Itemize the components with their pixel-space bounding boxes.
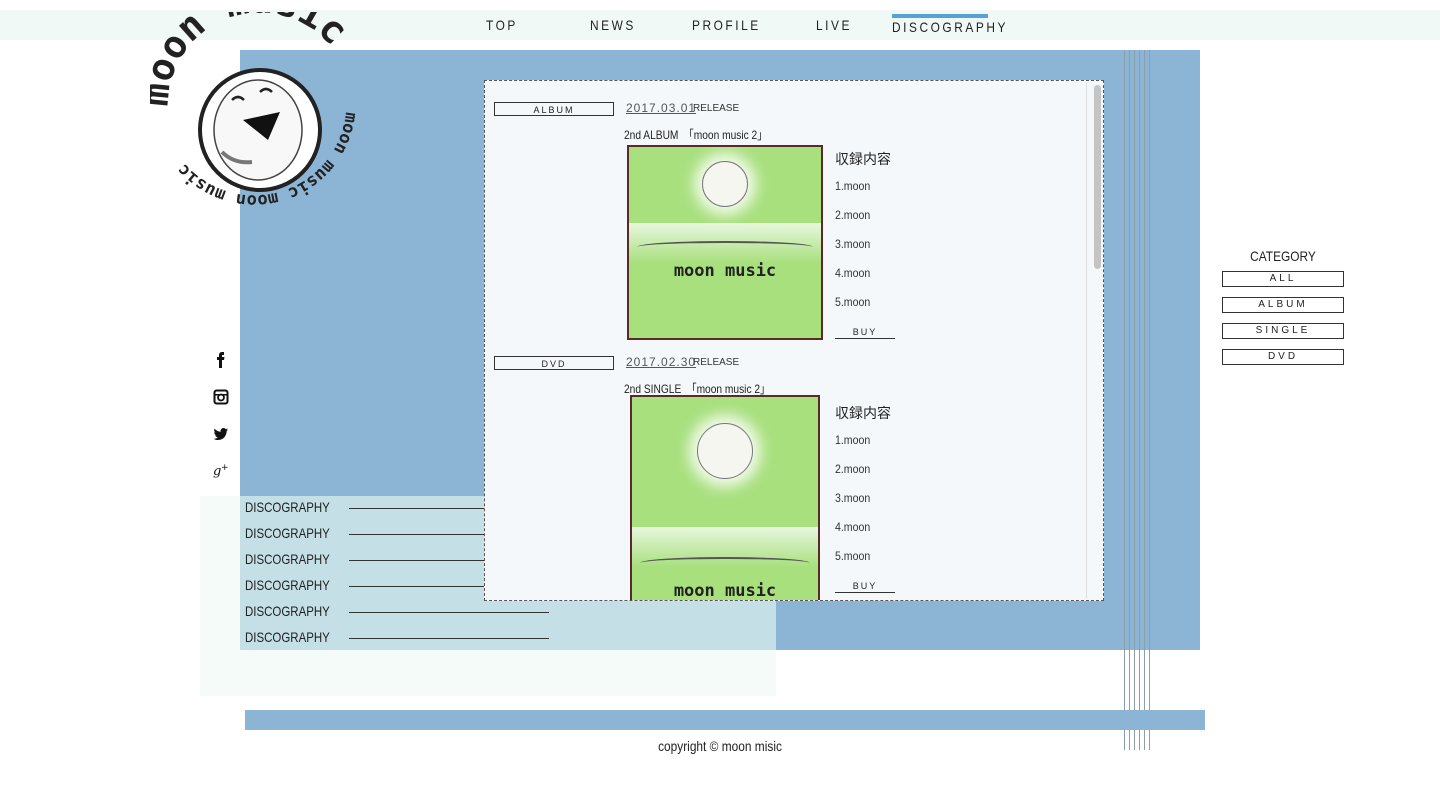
cover-title: moon music — [673, 581, 777, 601]
nav-active-indicator — [892, 14, 988, 18]
twitter-icon[interactable] — [210, 423, 232, 445]
track-item: 3.moon — [835, 491, 871, 505]
category-album-button[interactable]: ALBUM — [1222, 297, 1344, 313]
track-item: 1.moon — [835, 433, 871, 447]
submenu-item-discography[interactable]: DISCOGRAPHY — [245, 551, 330, 567]
nav-profile[interactable]: PROFILE — [692, 17, 761, 33]
category-heading: CATEGORY — [1250, 248, 1316, 264]
submenu-item-discography[interactable]: DISCOGRAPHY — [245, 603, 330, 619]
hills-illustration — [640, 557, 810, 569]
track-item: 3.moon — [835, 237, 871, 251]
hills-illustration — [637, 241, 813, 253]
submenu-item-discography[interactable]: DISCOGRAPHY — [245, 629, 330, 645]
submenu-item-discography[interactable]: DISCOGRAPHY — [245, 577, 330, 593]
moon-illustration — [702, 161, 748, 207]
submenu-divider — [349, 612, 549, 613]
track-item: 5.moon — [835, 295, 871, 309]
release-label: RELEASE — [693, 103, 740, 114]
scrollbar-thumb[interactable] — [1094, 85, 1101, 269]
track-item: 2.moon — [835, 462, 871, 476]
cover-title: moon music — [673, 261, 777, 281]
copyright-text: copyright © moon misic — [658, 738, 782, 754]
facebook-icon[interactable] — [210, 349, 232, 371]
single-cover[interactable]: moon music — [630, 395, 820, 601]
google-plus-icon[interactable]: g + — [210, 459, 232, 481]
submenu-divider — [349, 638, 549, 639]
nav-discography[interactable]: DISCOGRAPHY — [892, 19, 1008, 35]
release-category-tag: ALBUM — [494, 102, 614, 116]
track-item: 2.moon — [835, 208, 871, 222]
buy-button[interactable]: BUY — [835, 581, 895, 593]
album-cover[interactable]: moon music — [627, 145, 823, 340]
release-date[interactable]: 2017.03.01 — [626, 101, 696, 115]
release-category-tag: DVD — [494, 356, 614, 370]
nav-live[interactable]: LIVE — [816, 17, 852, 33]
decorative-lines — [1124, 50, 1152, 750]
category-dvd-button[interactable]: DVD — [1222, 349, 1344, 365]
footer-bar — [245, 710, 1205, 730]
moon-illustration — [697, 423, 753, 479]
discography-list[interactable]: ALBUM 2017.03.01 RELEASE 2nd ALBUM 「moon… — [484, 80, 1104, 601]
svg-text:+: + — [221, 463, 229, 473]
release-title: 2nd ALBUM 「moon music 2」 — [624, 128, 768, 142]
tracklist-heading: 収録内容 — [835, 151, 891, 167]
release-label: RELEASE — [693, 357, 740, 368]
instagram-icon[interactable] — [210, 386, 232, 408]
category-single-button[interactable]: SINGLE — [1222, 323, 1344, 339]
track-item: 4.moon — [835, 520, 871, 534]
release-date[interactable]: 2017.02.30 — [626, 355, 696, 369]
category-all-button[interactable]: ALL — [1222, 271, 1344, 287]
nav-news[interactable]: NEWS — [590, 17, 636, 33]
site-logo[interactable]: moon music moon music moon music — [132, 0, 370, 222]
buy-button[interactable]: BUY — [835, 327, 895, 339]
track-item: 1.moon — [835, 179, 871, 193]
tracklist-heading: 収録内容 — [835, 405, 891, 421]
submenu-item-discography[interactable]: DISCOGRAPHY — [245, 499, 330, 515]
track-item: 4.moon — [835, 266, 871, 280]
nav-top[interactable]: TOP — [486, 17, 518, 33]
submenu-item-discography[interactable]: DISCOGRAPHY — [245, 525, 330, 541]
track-item: 5.moon — [835, 549, 871, 563]
